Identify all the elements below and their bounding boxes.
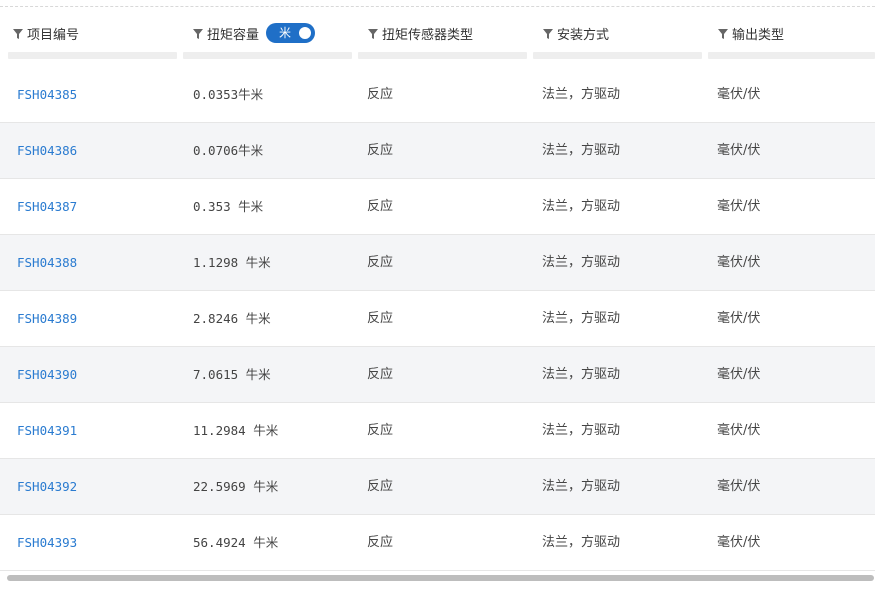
sensor-type-value: 反应 xyxy=(367,255,394,270)
column-label: 扭矩传感器类型 xyxy=(382,28,474,43)
table-row: FSH04390 7.0615 牛米 反应 法兰，方驱动 毫伏/伏 xyxy=(0,347,875,403)
sensor-type-value: 反应 xyxy=(367,87,394,102)
sensor-type-value: 反应 xyxy=(367,423,394,438)
project-id-link[interactable]: FSH04388 xyxy=(17,235,77,290)
filter-icon[interactable] xyxy=(543,28,553,39)
sensor-type-value: 反应 xyxy=(367,367,394,382)
horizontal-scrollbar[interactable] xyxy=(7,575,874,581)
table-row: FSH04391 11.2984 牛米 反应 法兰，方驱动 毫伏/伏 xyxy=(0,403,875,459)
torque-value: 7.0615 牛米 xyxy=(193,367,271,382)
output-type-value: 毫伏/伏 xyxy=(717,311,761,326)
output-type-value: 毫伏/伏 xyxy=(717,87,761,102)
filter-input-torque-capacity[interactable] xyxy=(183,52,352,59)
project-id-link[interactable]: FSH04385 xyxy=(17,67,77,122)
filter-input-output-type[interactable] xyxy=(708,52,875,59)
output-type-value: 毫伏/伏 xyxy=(717,535,761,550)
table-row: FSH04385 0.0353牛米 反应 法兰，方驱动 毫伏/伏 xyxy=(0,67,875,123)
mounting-value: 法兰，方驱动 xyxy=(542,535,621,550)
filter-icon[interactable] xyxy=(193,28,203,39)
unit-toggle-switch[interactable]: 米 xyxy=(266,23,315,43)
filter-icon[interactable] xyxy=(368,28,378,39)
torque-value: 0.0706牛米 xyxy=(193,143,264,158)
mounting-value: 法兰，方驱动 xyxy=(542,199,621,214)
project-id-link[interactable]: FSH04390 xyxy=(17,347,77,402)
torque-value: 56.4924 牛米 xyxy=(193,535,279,550)
filter-icon[interactable] xyxy=(13,28,23,39)
filter-icon[interactable] xyxy=(718,28,728,39)
filter-input-project-no[interactable] xyxy=(8,52,177,59)
mounting-value: 法兰，方驱动 xyxy=(542,367,621,382)
column-label: 输出类型 xyxy=(732,28,785,43)
table-row: FSH04393 56.4924 牛米 反应 法兰，方驱动 毫伏/伏 xyxy=(0,515,875,571)
output-type-value: 毫伏/伏 xyxy=(717,199,761,214)
sensor-type-value: 反应 xyxy=(367,311,394,326)
mounting-value: 法兰，方驱动 xyxy=(542,479,621,494)
torque-value: 22.5969 牛米 xyxy=(193,479,279,494)
torque-value: 0.0353牛米 xyxy=(193,87,264,102)
column-label: 项目编号 xyxy=(27,28,80,43)
sensor-type-value: 反应 xyxy=(367,199,394,214)
project-id-link[interactable]: FSH04392 xyxy=(17,459,77,514)
mounting-value: 法兰，方驱动 xyxy=(542,311,621,326)
torque-value: 2.8246 牛米 xyxy=(193,311,271,326)
table-row: FSH04387 0.353 牛米 反应 法兰，方驱动 毫伏/伏 xyxy=(0,179,875,235)
table-row: FSH04389 2.8246 牛米 反应 法兰，方驱动 毫伏/伏 xyxy=(0,291,875,347)
mounting-value: 法兰，方驱动 xyxy=(542,143,621,158)
unit-toggle-label: 米 xyxy=(279,26,292,40)
torque-value: 1.1298 牛米 xyxy=(193,255,271,270)
filter-input-sensor-type[interactable] xyxy=(358,52,527,59)
table-row: FSH04392 22.5969 牛米 反应 法兰，方驱动 毫伏/伏 xyxy=(0,459,875,515)
table-row: FSH04386 0.0706牛米 反应 法兰，方驱动 毫伏/伏 xyxy=(0,123,875,179)
sensor-type-value: 反应 xyxy=(367,479,394,494)
output-type-value: 毫伏/伏 xyxy=(717,143,761,158)
torque-value: 0.353 牛米 xyxy=(193,199,264,214)
project-id-link[interactable]: FSH04389 xyxy=(17,291,77,346)
table-row: FSH04388 1.1298 牛米 反应 法兰，方驱动 毫伏/伏 xyxy=(0,235,875,291)
filter-input-mounting[interactable] xyxy=(533,52,702,59)
project-id-link[interactable]: FSH04391 xyxy=(17,403,77,458)
project-id-link[interactable]: FSH04386 xyxy=(17,123,77,178)
column-label: 安装方式 xyxy=(557,28,610,43)
column-header-sensor-type[interactable]: 扭矩传感器类型 xyxy=(355,7,529,67)
project-id-link[interactable]: FSH04393 xyxy=(17,515,77,570)
column-header-output-type[interactable]: 输出类型 xyxy=(705,7,875,67)
mounting-value: 法兰，方驱动 xyxy=(542,255,621,270)
sensor-type-value: 反应 xyxy=(367,143,394,158)
output-type-value: 毫伏/伏 xyxy=(717,479,761,494)
sensor-type-value: 反应 xyxy=(367,535,394,550)
output-type-value: 毫伏/伏 xyxy=(717,367,761,382)
torque-value: 11.2984 牛米 xyxy=(193,423,279,438)
column-header-project-no[interactable]: 项目编号 xyxy=(0,7,178,67)
mounting-value: 法兰，方驱动 xyxy=(542,423,621,438)
toggle-knob xyxy=(299,27,311,39)
table-header: 项目编号 扭矩容量 米 扭矩传感器类型 安装方式 输出类型 xyxy=(0,7,875,67)
output-type-value: 毫伏/伏 xyxy=(717,423,761,438)
column-label: 扭矩容量 xyxy=(207,28,260,43)
mounting-value: 法兰，方驱动 xyxy=(542,87,621,102)
output-type-value: 毫伏/伏 xyxy=(717,255,761,270)
column-header-mounting[interactable]: 安装方式 xyxy=(530,7,704,67)
project-id-link[interactable]: FSH04387 xyxy=(17,179,77,234)
